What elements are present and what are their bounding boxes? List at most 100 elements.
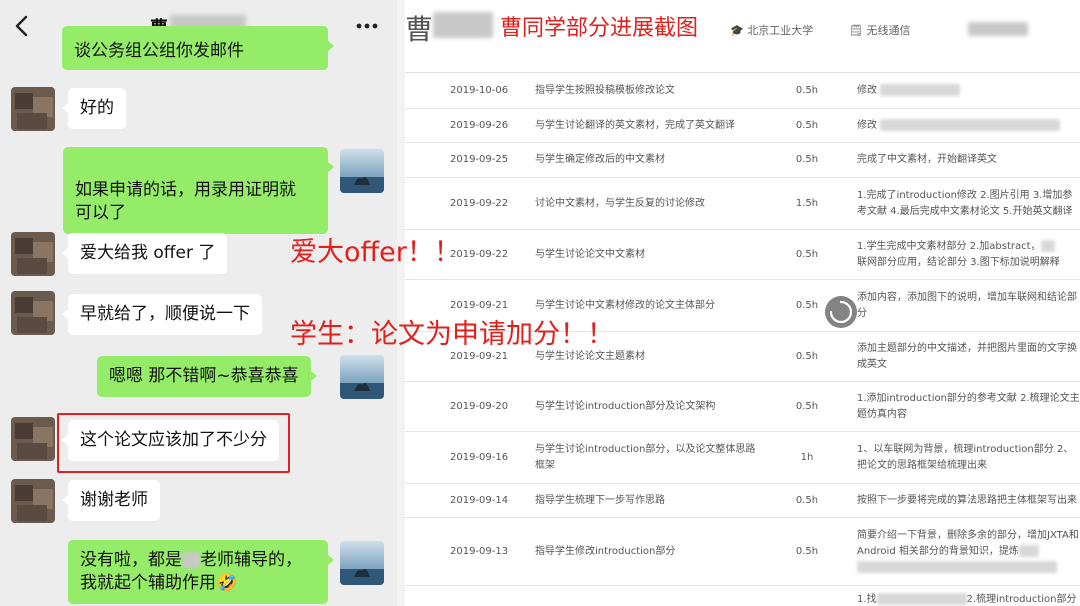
table-row[interactable]: 2019-09-25 与学生确定修改后的中文素材 0.5h 完成了中文素材，开始… [405,143,1080,178]
department-label: 🗒 无线通信 [849,24,911,37]
task-cell: 指导学生修改introduction部分 [535,545,676,557]
message-bubble-sent[interactable]: 如果申请的话，用录用证明就 可以了 [63,147,334,234]
contact-avatar[interactable] [11,417,55,461]
back-arrow-icon[interactable] [10,12,34,40]
redacted-header-blur [968,22,1028,36]
table-row[interactable]: 2019-09-14 指导学生梳理下一步写作思路 0.5h 按照下一步要将完成的… [405,484,1080,518]
note-cell: 按照下一步要将完成的算法思路把主体框架写出来 [857,494,1077,506]
date-cell: 2019-10-06 [450,84,509,96]
message-bubble-received[interactable]: 谢谢老师 [62,480,160,521]
graduation-cap-icon: 🎓 [730,24,744,37]
more-options-icon[interactable] [352,12,382,40]
note-cell: 修改 [857,118,1080,134]
hours-cell: 0.5h [795,350,819,362]
message-text: 爱大给我 offer 了 [80,243,216,263]
note-cell: 添加主题部分的中文描述，并把图片里面的文字换成英文 [857,342,1077,370]
message-text: 老师辅导的， [200,550,302,570]
hours-cell: 0.5h [795,248,819,260]
redacted-text-blur [857,560,1057,573]
message-text: 谢谢老师 [80,490,148,510]
redacted-text-blur [876,593,967,605]
message-text: 谈公务组公组你发邮件 [74,41,244,61]
message-text: 好的 [80,98,114,118]
panel-divider [397,0,405,606]
task-cell: 指导学生按照投稿模板修改论文 [535,84,675,96]
student-name: 曹 [405,13,434,46]
redacted-text-blur [880,83,961,96]
my-avatar[interactable] [340,355,384,399]
red-highlight-box [57,413,290,473]
note-cell: 修改 [857,83,1080,99]
redacted-name-blur [433,12,493,38]
progress-panel: 曹 曹同学部分进展截图 🎓 北京工业大学 🗒 无线通信 2019-10-06 指… [405,0,1080,606]
task-cell: 讨论中文素材，与学生反复的讨论修改 [535,197,705,209]
hours-cell: 0.5h [795,84,819,96]
redacted-text-blur [1018,544,1039,557]
note-cell: 1.学生完成中文素材部分 2.加abstract， 联网部分应用，结论部分 3.图… [857,239,1060,268]
date-cell: 2019-09-14 [450,494,509,506]
redacted-text-blur [1040,239,1055,252]
chat-panel: 曹 谈公务组公组你发邮件 好的 如果申请的话，用录用证明就 可以了 爱大给我 o… [0,0,397,606]
note-cell: 1.添加introduction部分的参考文献 2.梳理论文主题仿真内容 [857,392,1080,420]
note-cell: 1.完成了introduction修改 2.图片引用 3.增加参考文献 4.最后… [857,189,1073,217]
task-cell: 与学生讨论翻译的英文素材，完成了英文翻译 [535,119,735,131]
task-cell: 与学生讨论论文中文素材 [535,248,645,260]
hours-cell: 0.5h [795,119,819,131]
annotation-points: 学生：论文为申请加分！！ [290,319,614,350]
date-cell: 2019-09-13 [450,545,509,557]
message-text: 嗯嗯 那不错啊~恭喜恭喜 [109,366,299,386]
redacted-text-blur [880,118,1061,131]
hours-cell: 0.5h [795,400,819,412]
redacted-name-blur [182,552,200,568]
hours-cell: 1h [800,451,814,463]
message-bubble-sent[interactable]: 谈公务组公组你发邮件 [62,26,334,70]
my-avatar[interactable] [340,541,384,585]
note-cell: 1、以车联网为背景，梳理introduction部分 2、把论文的思路框架给梳理… [857,443,1074,471]
note-cell: 添加内容，添加图下的说明，增加车联网和结论部分 [857,291,1077,319]
task-cell: 与学生讨论introduction部分，以及论文整体思路框架 [535,443,756,471]
school-label: 🎓 北京工业大学 [730,24,814,37]
note-cell: 1.找 2.梳理introduction部分 [857,593,1077,605]
table-row[interactable]: 2019-09-13 指导学生修改introduction部分 0.5h 简要介… [405,518,1080,586]
table-row[interactable]: 2019-09-16 与学生讨论introduction部分，以及论文整体思路框… [405,432,1080,484]
table-row[interactable]: 1.找 2.梳理introduction部分 [405,586,1080,606]
task-cell: 指导学生梳理下一步写作思路 [535,494,665,506]
table-row[interactable]: 2019-09-26 与学生讨论翻译的英文素材，完成了英文翻译 0.5h 修改 [405,109,1080,143]
task-cell: 与学生确定修改后的中文素材 [535,154,665,165]
loading-spinner-icon [825,296,857,328]
hours-cell: 0.5h [795,494,819,506]
hours-cell: 0.5h [795,154,819,165]
date-cell: 2019-09-25 [450,154,509,165]
message-text: 没有啦，都是 [80,550,182,570]
hours-cell: 1.5h [795,197,819,209]
date-cell: 2019-09-20 [450,400,509,412]
message-bubble-sent[interactable]: 嗯嗯 那不错啊~恭喜恭喜 [97,356,317,397]
table-row[interactable]: 2019-09-22 与学生讨论论文中文素材 0.5h 1.学生完成中文素材部分… [405,230,1080,280]
message-bubble-sent[interactable]: 没有啦，都是 老师辅导的， 我就起个辅助作用🤣 [68,540,334,604]
table-row[interactable]: 2019-09-20 与学生讨论introduction部分及论文架构 0.5h… [405,382,1080,432]
contact-avatar[interactable] [11,232,55,276]
hours-cell: 0.5h [795,545,819,557]
date-cell: 2019-09-22 [450,197,509,209]
message-text: 我就起个辅助作用🤣 [80,573,238,593]
date-cell: 2019-09-26 [450,119,509,131]
document-icon: 🗒 [849,24,863,37]
message-bubble-received[interactable]: 爱大给我 offer 了 [61,233,228,274]
hours-cell: 0.5h [795,299,819,311]
table-row[interactable]: 2019-10-06 指导学生按照投稿模板修改论文 0.5h 修改 [405,73,1080,109]
table-row[interactable]: 2019-09-22 讨论中文素材，与学生反复的讨论修改 1.5h 1.完成了i… [405,178,1080,230]
message-bubble-received[interactable]: 早就给了，顺便说一下 [62,294,262,335]
date-cell: 2019-09-16 [450,451,509,463]
annotation-offer: 爱大offer！！ [290,237,461,268]
task-cell: 与学生讨论introduction部分及论文架构 [535,400,716,412]
contact-avatar[interactable] [11,291,55,335]
panel-caption: 曹同学部分进展截图 [500,16,699,41]
message-text: 早就给了，顺便说一下 [80,304,250,324]
message-bubble-received[interactable]: 好的 [62,88,126,129]
note-cell: 完成了中文素材，开始翻译英文 [857,154,997,165]
contact-avatar[interactable] [11,479,55,523]
message-text: 如果申请的话，用录用证明就 可以了 [75,180,296,223]
my-avatar[interactable] [340,149,384,193]
contact-avatar[interactable] [11,87,55,131]
note-cell: 简要介绍一下背景，删除多余的部分，增加JXTA和Android 相关部分的背景知… [857,528,1080,576]
